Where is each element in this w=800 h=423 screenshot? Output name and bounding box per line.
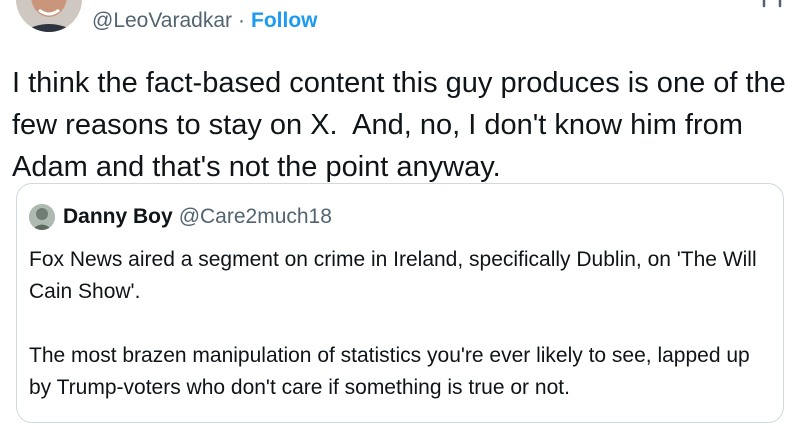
follow-button[interactable]: Follow bbox=[251, 9, 318, 33]
quote-display-name[interactable]: Danny Boy bbox=[63, 205, 173, 229]
quote-handle[interactable]: @Care2much18 bbox=[179, 205, 332, 229]
tweet-text: I think the fact-based content this guy … bbox=[12, 67, 794, 183]
quote-author-avatar[interactable] bbox=[29, 204, 55, 230]
quoted-tweet-header: Danny Boy @Care2much18 bbox=[29, 202, 332, 232]
more-options-icon[interactable] bbox=[758, 0, 786, 10]
tweet-screenshot: { "tweet": { "handle": "@LeoVaradkar", "… bbox=[0, 0, 800, 423]
separator-dot: · bbox=[238, 9, 246, 32]
author-avatar[interactable] bbox=[16, 0, 82, 32]
quote-paragraph-2: The most brazen manipulation of statisti… bbox=[29, 344, 750, 399]
quote-paragraph-1: Fox News aired a segment on crime in Ire… bbox=[29, 248, 757, 303]
author-handle-row: @LeoVaradkar · Follow bbox=[92, 6, 318, 36]
author-handle[interactable]: @LeoVaradkar bbox=[92, 9, 232, 33]
quoted-tweet-card[interactable]: Danny Boy @Care2much18 Fox News aired a … bbox=[16, 183, 784, 423]
person-photo-icon bbox=[16, 0, 82, 32]
person-photo-icon bbox=[29, 204, 55, 230]
